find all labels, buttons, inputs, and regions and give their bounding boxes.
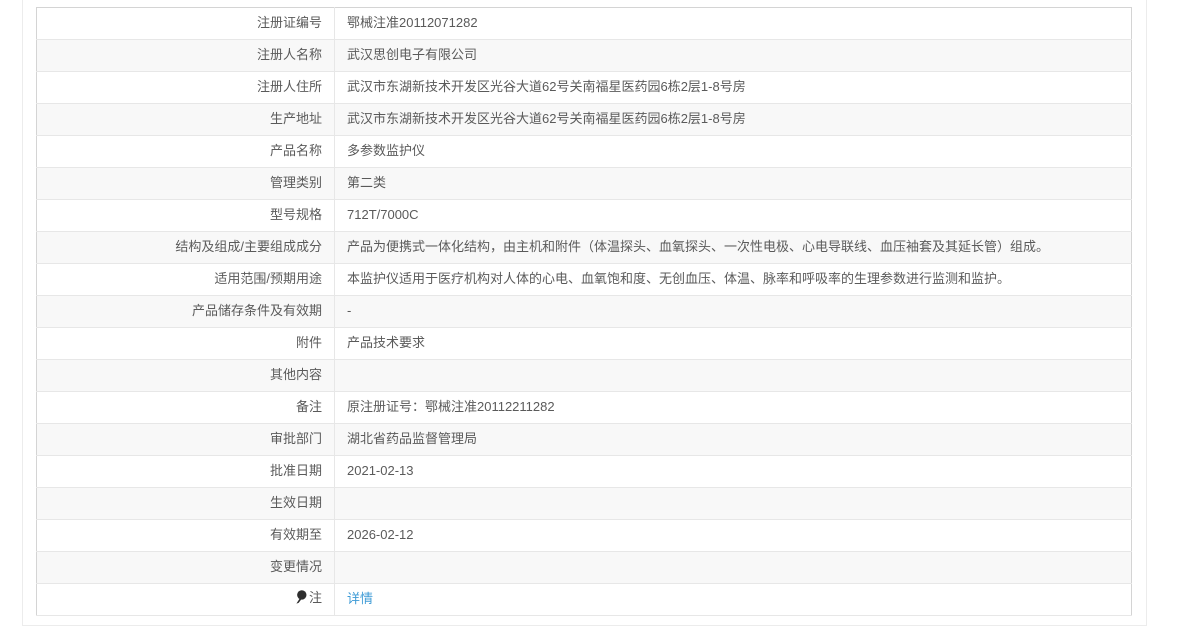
field-label: 注册人住所 xyxy=(36,71,335,104)
table-row: 管理类别 第二类 xyxy=(36,167,1132,200)
field-value: 本监护仪适用于医疗机构对人体的心电、血氧饱和度、无创血压、体温、脉率和呼吸率的生… xyxy=(334,263,1132,296)
field-value: 鄂械注准20112071282 xyxy=(334,7,1132,40)
table-row: 有效期至 2026-02-12 xyxy=(36,519,1132,552)
field-label: 生效日期 xyxy=(36,487,335,520)
note-label: 注 xyxy=(36,583,335,616)
field-value: 湖北省药品监督管理局 xyxy=(334,423,1132,456)
field-value: 武汉思创电子有限公司 xyxy=(334,39,1132,72)
table-row: 批准日期 2021-02-13 xyxy=(36,455,1132,488)
table-row: 附件 产品技术要求 xyxy=(36,327,1132,360)
field-label: 注册证编号 xyxy=(36,7,335,40)
field-label: 附件 xyxy=(36,327,335,360)
field-label: 变更情况 xyxy=(36,551,335,584)
field-value: - xyxy=(334,295,1132,328)
field-value xyxy=(334,359,1132,392)
table-row: 注册证编号 鄂械注准20112071282 xyxy=(36,7,1132,40)
table-row: 产品名称 多参数监护仪 xyxy=(36,135,1132,168)
field-label: 管理类别 xyxy=(36,167,335,200)
table-row: 产品储存条件及有效期 - xyxy=(36,295,1132,328)
field-label: 注册人名称 xyxy=(36,39,335,72)
table-row: 注册人住所 武汉市东湖新技术开发区光谷大道62号关南福星医药园6栋2层1-8号房 xyxy=(36,71,1132,104)
field-label: 产品储存条件及有效期 xyxy=(36,295,335,328)
field-value: 产品为便携式一体化结构，由主机和附件（体温探头、血氧探头、一次性电极、心电导联线… xyxy=(334,231,1132,264)
field-label: 适用范围/预期用途 xyxy=(36,263,335,296)
field-value: 第二类 xyxy=(334,167,1132,200)
field-label: 审批部门 xyxy=(36,423,335,456)
field-label: 备注 xyxy=(36,391,335,424)
field-value: 原注册证号：鄂械注准20112211282 xyxy=(334,391,1132,424)
field-label: 生产地址 xyxy=(36,103,335,136)
table-row: 审批部门 湖北省药品监督管理局 xyxy=(36,423,1132,456)
table-row: 生产地址 武汉市东湖新技术开发区光谷大道62号关南福星医药园6栋2层1-8号房 xyxy=(36,103,1132,136)
table-row: 结构及组成/主要组成成分 产品为便携式一体化结构，由主机和附件（体温探头、血氧探… xyxy=(36,231,1132,264)
table-row: 适用范围/预期用途 本监护仪适用于医疗机构对人体的心电、血氧饱和度、无创血压、体… xyxy=(36,263,1132,296)
field-label: 型号规格 xyxy=(36,199,335,232)
table-row: 注册人名称 武汉思创电子有限公司 xyxy=(36,39,1132,72)
table-row: 注 详情 xyxy=(36,583,1132,616)
field-value: 武汉市东湖新技术开发区光谷大道62号关南福星医药园6栋2层1-8号房 xyxy=(334,71,1132,104)
field-label: 有效期至 xyxy=(36,519,335,552)
field-label: 其他内容 xyxy=(36,359,335,392)
note-label-text: 注 xyxy=(308,590,322,606)
field-value: 产品技术要求 xyxy=(334,327,1132,360)
registration-detail-table: 注册证编号 鄂械注准20112071282 注册人名称 武汉思创电子有限公司 注… xyxy=(36,7,1132,616)
field-value xyxy=(334,487,1132,520)
field-value: 多参数监护仪 xyxy=(334,135,1132,168)
table-row: 备注 原注册证号：鄂械注准20112211282 xyxy=(36,391,1132,424)
field-value: 2026-02-12 xyxy=(334,519,1132,552)
field-label: 产品名称 xyxy=(36,135,335,168)
field-label: 批准日期 xyxy=(36,455,335,488)
table-row: 其他内容 xyxy=(36,359,1132,392)
table-row: 生效日期 xyxy=(36,487,1132,520)
field-value: 详情 xyxy=(334,583,1132,616)
field-value: 712T/7000C xyxy=(334,199,1132,232)
field-label: 结构及组成/主要组成成分 xyxy=(36,231,335,264)
table-row: 型号规格 712T/7000C xyxy=(36,199,1132,232)
table-row: 变更情况 xyxy=(36,551,1132,584)
field-value: 2021-02-13 xyxy=(334,455,1132,488)
details-link[interactable]: 详情 xyxy=(347,591,373,606)
field-value xyxy=(334,551,1132,584)
pin-icon xyxy=(295,590,307,609)
field-value: 武汉市东湖新技术开发区光谷大道62号关南福星医药园6栋2层1-8号房 xyxy=(334,103,1132,136)
